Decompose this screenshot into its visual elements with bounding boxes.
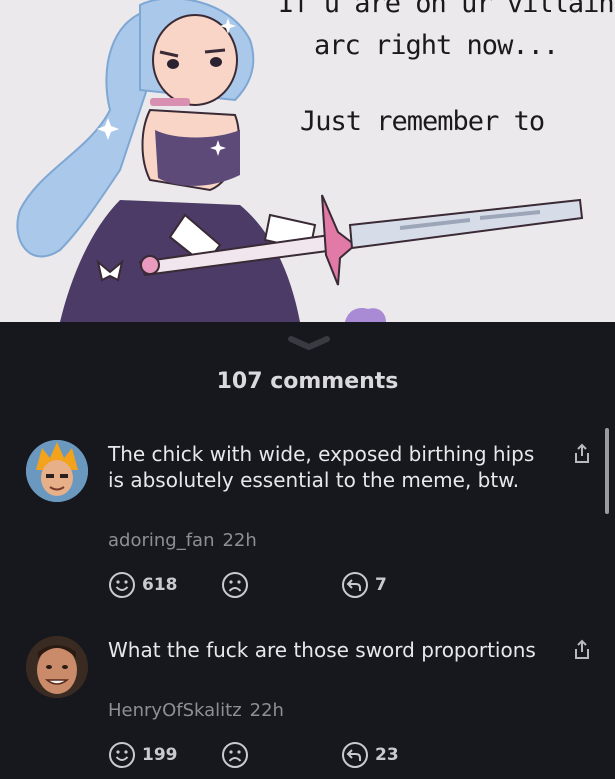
reply-icon <box>342 572 368 598</box>
share-icon[interactable] <box>570 638 594 662</box>
avatar[interactable] <box>26 440 88 502</box>
meme-caption-line-3: Just remember to <box>300 106 545 137</box>
reply-count: 7 <box>375 575 387 595</box>
comments-count-title: 107 comments <box>216 369 399 394</box>
upvote-button[interactable]: 618 <box>108 571 178 599</box>
avatar[interactable] <box>26 636 88 698</box>
comment-meta: HenryOfSkalitz 22h <box>108 700 284 721</box>
comment-author[interactable]: HenryOfSkalitz <box>108 700 242 721</box>
smile-icon <box>109 742 135 768</box>
share-icon[interactable] <box>570 442 594 466</box>
meme-image[interactable]: If u are on ur villain arc right now... … <box>0 0 615 322</box>
reply-icon <box>342 742 368 768</box>
smile-icon <box>109 572 135 598</box>
scrollbar[interactable] <box>605 428 609 514</box>
downvote-button[interactable] <box>221 571 249 599</box>
downvote-button[interactable] <box>221 741 249 769</box>
avatar-image <box>26 636 88 698</box>
avatar-image <box>26 440 88 502</box>
frown-icon <box>222 742 248 768</box>
comment-time: 22h <box>249 700 284 721</box>
reply-button[interactable]: 7 <box>341 571 387 599</box>
comment-text: The chick with wide, exposed birthing hi… <box>108 442 535 492</box>
comment-text: What the fuck are those sword proportion… <box>108 638 536 662</box>
upvote-count: 199 <box>142 745 178 765</box>
frown-icon <box>222 572 248 598</box>
reply-button[interactable]: 23 <box>341 741 399 769</box>
meme-caption-line-1: If u are on ur villain <box>278 0 615 19</box>
comment-meta: adoring_fan 22h <box>108 530 257 551</box>
chevron-down-icon[interactable] <box>287 335 331 351</box>
upvote-button[interactable]: 199 <box>108 741 178 769</box>
upvote-count: 618 <box>142 575 178 595</box>
comment-author[interactable]: adoring_fan <box>108 530 214 551</box>
reply-count: 23 <box>375 745 399 765</box>
comment-time: 22h <box>222 530 257 551</box>
meme-caption-line-2: arc right now... <box>314 30 559 61</box>
